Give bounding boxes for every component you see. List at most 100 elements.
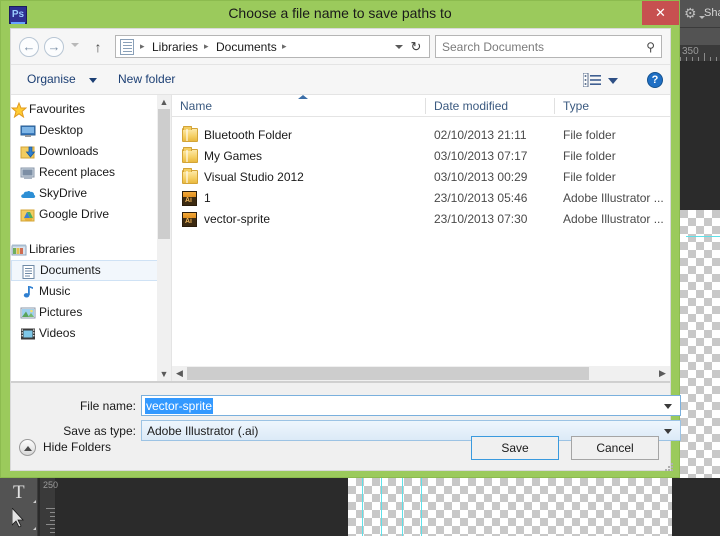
illustrator-file-icon: Ai	[182, 191, 198, 206]
file-name: 1	[204, 191, 211, 205]
table-row[interactable]: Ai vector-sprite 23/10/2013 07:30 Adobe …	[172, 209, 670, 230]
address-bar[interactable]: ▸ Libraries ▸ Documents ▸ ↻	[115, 35, 430, 58]
sidebar-item-documents[interactable]: Documents	[11, 260, 171, 281]
guide-line-vertical	[402, 478, 403, 536]
file-name-input[interactable]: vector-sprite	[141, 395, 681, 416]
organise-caret-icon[interactable]	[89, 78, 97, 83]
navigation-bar: ← → ↑ ▸ Libraries ▸ Documents ▸ ↻ Search…	[11, 29, 670, 65]
path-selection-arrow-icon[interactable]	[12, 508, 26, 528]
sidebar-item-recent-places[interactable]: Recent places	[11, 162, 171, 183]
back-button[interactable]: ←	[19, 37, 39, 57]
organise-button[interactable]: Organise	[27, 72, 76, 86]
view-mode-caret-icon[interactable]	[608, 78, 618, 84]
scroll-right-icon[interactable]: ▶	[655, 366, 670, 381]
documents-icon	[22, 265, 35, 279]
sidebar-item-label: Videos	[39, 326, 76, 340]
view-mode-icon[interactable]	[583, 73, 601, 87]
breadcrumb-documents[interactable]: Documents	[216, 40, 277, 54]
file-type: Adobe Illustrator ...	[563, 191, 664, 205]
file-type: Adobe Illustrator ...	[563, 212, 664, 226]
cancel-button[interactable]: Cancel	[571, 436, 659, 460]
dialog-title: Choose a file name to save paths to	[228, 5, 452, 21]
sidebar-scrollbar-thumb[interactable]	[158, 109, 170, 239]
file-name-label: File name:	[79, 399, 136, 413]
sidebar-item-label: Downloads	[39, 144, 99, 158]
hide-folders-toggle-icon	[19, 439, 36, 456]
file-date-modified: 03/10/2013 07:17	[434, 149, 528, 163]
folder-icon	[182, 168, 198, 185]
save-file-dialog: Ps Choose a file name to save paths to ✕…	[0, 0, 681, 478]
downloads-icon	[20, 146, 36, 159]
address-dropdown-caret-icon[interactable]	[395, 45, 403, 49]
refresh-icon[interactable]: ↻	[407, 39, 425, 55]
dialog-title-bar[interactable]: Ps Choose a file name to save paths to	[1, 1, 679, 28]
desktop-icon	[20, 125, 36, 137]
save-as-type-caret-icon[interactable]	[664, 429, 672, 434]
save-as-type-value: Adobe Illustrator (.ai)	[147, 424, 259, 438]
star-icon	[11, 102, 27, 118]
music-icon	[23, 286, 33, 298]
search-box[interactable]: Search Documents ⚲	[435, 35, 662, 58]
column-header-name[interactable]: Name	[180, 99, 212, 113]
file-name: Visual Studio 2012	[204, 170, 304, 184]
sidebar-item-google-drive[interactable]: Google Drive	[11, 204, 171, 225]
documents-library-icon	[120, 39, 134, 55]
up-button[interactable]: ↑	[89, 37, 107, 57]
transparency-checkerboard-bottom	[348, 478, 672, 536]
file-type: File folder	[563, 149, 616, 163]
breadcrumb-libraries[interactable]: Libraries	[152, 40, 198, 54]
dialog-toolbar: Organise New folder ?	[11, 65, 670, 95]
file-name-value[interactable]: vector-sprite	[145, 398, 214, 414]
table-row[interactable]: My Games 03/10/2013 07:17 File folder	[172, 146, 670, 167]
save-button[interactable]: Save	[471, 436, 559, 460]
file-list-horizontal-scrollbar[interactable]: ◀ ▶	[172, 366, 670, 381]
navigation-sidebar: Favourites Desktop Downloads Recent plac…	[11, 95, 171, 395]
file-date-modified: 03/10/2013 00:29	[434, 170, 528, 184]
sidebar-item-label: Pictures	[39, 305, 83, 319]
sidebar-item-downloads[interactable]: Downloads	[11, 141, 171, 162]
google-drive-icon	[20, 209, 35, 222]
sort-ascending-icon	[298, 95, 308, 99]
sidebar-item-skydrive[interactable]: SkyDrive	[11, 183, 171, 204]
guide-line-vertical	[381, 478, 382, 536]
libraries-icon	[11, 244, 27, 256]
column-header-type[interactable]: Type	[563, 99, 589, 113]
guide-line-vertical	[362, 478, 363, 536]
column-header-row: Name Date modified Type	[172, 95, 670, 117]
scroll-down-icon[interactable]: ▼	[157, 367, 171, 381]
sidebar-item-pictures[interactable]: Pictures	[11, 302, 171, 323]
column-header-date-modified[interactable]: Date modified	[434, 99, 508, 113]
sidebar-item-desktop[interactable]: Desktop	[11, 120, 171, 141]
sidebar-item-music[interactable]: Music	[11, 281, 171, 302]
videos-icon	[21, 328, 35, 340]
forward-button[interactable]: →	[44, 37, 64, 57]
sidebar-group-libraries[interactable]: Libraries	[11, 239, 171, 260]
sidebar-item-label: Desktop	[39, 123, 84, 137]
table-row[interactable]: Bluetooth Folder 02/10/2013 21:11 File f…	[172, 125, 670, 146]
type-tool-icon[interactable]: T	[13, 483, 25, 502]
ruler-h-value: 350	[682, 46, 699, 57]
new-folder-button[interactable]: New folder	[118, 72, 175, 86]
sidebar-scrollbar[interactable]: ▲ ▼	[157, 95, 171, 381]
recent-locations-caret-icon[interactable]	[71, 43, 79, 47]
resize-grip[interactable]	[665, 463, 675, 473]
recent-places-icon	[20, 167, 35, 179]
sidebar-item-videos[interactable]: Videos	[11, 323, 171, 344]
sidebar-item-label: Recent places	[39, 165, 116, 179]
pictures-icon	[20, 307, 36, 319]
scroll-up-icon[interactable]: ▲	[157, 95, 171, 109]
horizontal-scrollbar-thumb[interactable]	[187, 367, 589, 380]
table-row[interactable]: Ai 1 23/10/2013 05:46 Adobe Illustrator …	[172, 188, 670, 209]
sidebar-group-favourites[interactable]: Favourites	[11, 99, 171, 120]
file-list: Name Date modified Type Bluetooth Folder…	[172, 95, 670, 381]
search-input[interactable]: Search Documents	[442, 40, 544, 54]
gear-icon[interactable]: ⚙	[684, 6, 699, 21]
shape-options-label: Sha	[704, 7, 720, 19]
file-date-modified: 23/10/2013 05:46	[434, 191, 528, 205]
folder-icon	[182, 126, 198, 143]
scroll-left-icon[interactable]: ◀	[172, 366, 187, 381]
file-name-dropdown-caret-icon[interactable]	[664, 404, 672, 409]
table-row[interactable]: Visual Studio 2012 03/10/2013 00:29 File…	[172, 167, 670, 188]
close-button[interactable]: ✕	[642, 1, 679, 25]
help-icon[interactable]: ?	[647, 72, 663, 88]
